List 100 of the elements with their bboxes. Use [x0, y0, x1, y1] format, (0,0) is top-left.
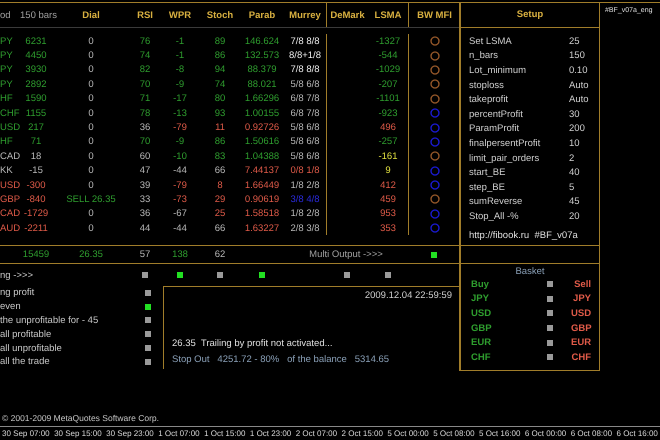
copyright-text: © 2001-2009 MetaQuotes Software Corp. — [2, 413, 159, 423]
param-value: 10 — [569, 138, 581, 149]
table-cell: -44 — [173, 165, 187, 176]
time-label: 6 Oct 00:00 — [524, 429, 566, 438]
table-cell: AUD — [0, 222, 20, 234]
sell-label: EUR — [571, 337, 592, 348]
table-cell: -161 — [378, 150, 398, 162]
time-label: 30 Sep 23:00 — [106, 429, 154, 438]
param-name: n_bars — [469, 50, 500, 62]
table-cell: 71 — [30, 136, 42, 148]
table-cell: 36 — [140, 208, 150, 220]
time-label: 1 Oct 07:00 — [158, 429, 200, 438]
table-cell: 71 — [140, 93, 150, 104]
table-cell: 70 — [140, 78, 150, 90]
table-cell: 74 — [214, 78, 226, 90]
table-cell: 82 — [140, 64, 150, 76]
table-cell: -2211 — [24, 222, 48, 234]
param-name: start_BE — [469, 167, 506, 178]
table-cell: -9 — [176, 136, 184, 148]
buy-label: Buy — [471, 278, 490, 290]
table-cell: HF — [0, 93, 13, 104]
time-label: 30 Sep 07:00 — [2, 429, 50, 438]
buy-label: GBP — [471, 322, 493, 334]
table-cell: 1.50616 — [244, 136, 280, 148]
table-cell: -300 — [26, 180, 46, 191]
param-name: takeprofit — [469, 94, 510, 106]
table-cell: -15 — [29, 165, 43, 176]
table-cell: 7/8 8/8 — [290, 64, 320, 76]
table-cell: 496 — [380, 122, 396, 134]
table-cell: 29 — [214, 194, 226, 205]
table-cell: -67 — [173, 208, 187, 220]
table-cell: 70 — [140, 136, 150, 148]
option-label: even — [0, 301, 21, 312]
sell-label: GBP — [571, 322, 592, 334]
table-cell: 9 — [385, 165, 391, 176]
column-header: LSMA — [374, 10, 402, 20]
table-cell: 66 — [214, 165, 226, 176]
table-cell: 1/8 2/8 — [290, 208, 320, 220]
table-cell: 1.04388 — [244, 150, 280, 162]
param-name: percentProfit — [469, 108, 524, 120]
table-cell: USD — [0, 122, 20, 134]
table-cell: 86 — [214, 136, 226, 148]
param-value: Auto — [569, 80, 590, 91]
buy-label: CHF — [471, 352, 492, 363]
table-cell: 86 — [214, 50, 226, 62]
table-cell: -1 — [176, 36, 184, 47]
table-cell: 8/8+1/8 — [289, 50, 321, 62]
table-cell: 18 — [30, 150, 42, 162]
table-cell: 0 — [88, 50, 94, 62]
total-value: 57 — [140, 249, 150, 260]
table-cell: -9 — [176, 78, 184, 90]
param-name: sumReverse — [469, 196, 524, 208]
table-cell: 132.573 — [244, 50, 280, 62]
column-header: Stoch — [206, 10, 234, 20]
time-label: 2 Oct 15:00 — [342, 429, 383, 438]
table-cell: 5/8 6/8 — [290, 122, 320, 134]
table-cell: -1 — [176, 50, 184, 62]
total-value: 15459 — [22, 249, 50, 260]
param-value: 200 — [569, 123, 586, 134]
table-cell: -840 — [26, 194, 46, 205]
table-cell: 39 — [140, 180, 150, 191]
table-cell: 0 — [88, 122, 94, 134]
table-cell: 217 — [28, 122, 44, 134]
setup-title: Setup — [516, 8, 544, 22]
buy-label: USD — [471, 308, 492, 319]
option-label: all unprofitable — [0, 342, 62, 354]
table-cell: 3930 — [25, 64, 47, 76]
basket-title: Basket — [515, 266, 545, 277]
param-value: 25 — [569, 36, 581, 47]
param-name: stoploss — [469, 80, 505, 91]
table-cell: 1155 — [26, 108, 46, 119]
param-name: finalpersentProfit — [469, 138, 542, 149]
column-header: Dial — [82, 10, 100, 20]
sell-label: CHF — [571, 352, 591, 363]
table-cell: -73 — [173, 194, 187, 205]
table-cell: 0 — [88, 208, 94, 220]
option-label: all the trade — [0, 356, 50, 368]
column-header: 150 bars — [20, 10, 57, 20]
table-cell: 80 — [214, 93, 226, 104]
table-cell: 0 — [88, 222, 94, 234]
table-cell: 36 — [140, 122, 150, 134]
time-label: 1 Oct 15:00 — [204, 429, 246, 438]
time-label: 6 Oct 16:00 — [616, 429, 658, 438]
table-cell: 412 — [380, 180, 396, 191]
table-cell: 0 — [88, 136, 94, 148]
table-cell: 33 — [140, 194, 150, 205]
table-cell: -1729 — [24, 208, 48, 220]
param-value: 30 — [569, 108, 581, 120]
table-cell: 93 — [214, 108, 226, 119]
table-cell: 66 — [214, 222, 226, 234]
status-message: 26.35 Trailing by profit not activated... — [172, 338, 334, 349]
table-cell: 6231 — [25, 36, 47, 47]
table-cell: CHF — [0, 108, 20, 119]
table-cell: SELL 26.35 — [66, 194, 116, 205]
table-cell: 0 — [88, 180, 94, 191]
stop-out-text: Stop Out 4251.72 - 80% of the balance 5314.65 — [172, 354, 390, 365]
column-header: BW MFI — [417, 10, 452, 20]
total-value: 26.35 — [79, 249, 103, 260]
table-cell: 0 — [88, 108, 94, 119]
table-cell: 0 — [88, 78, 94, 90]
